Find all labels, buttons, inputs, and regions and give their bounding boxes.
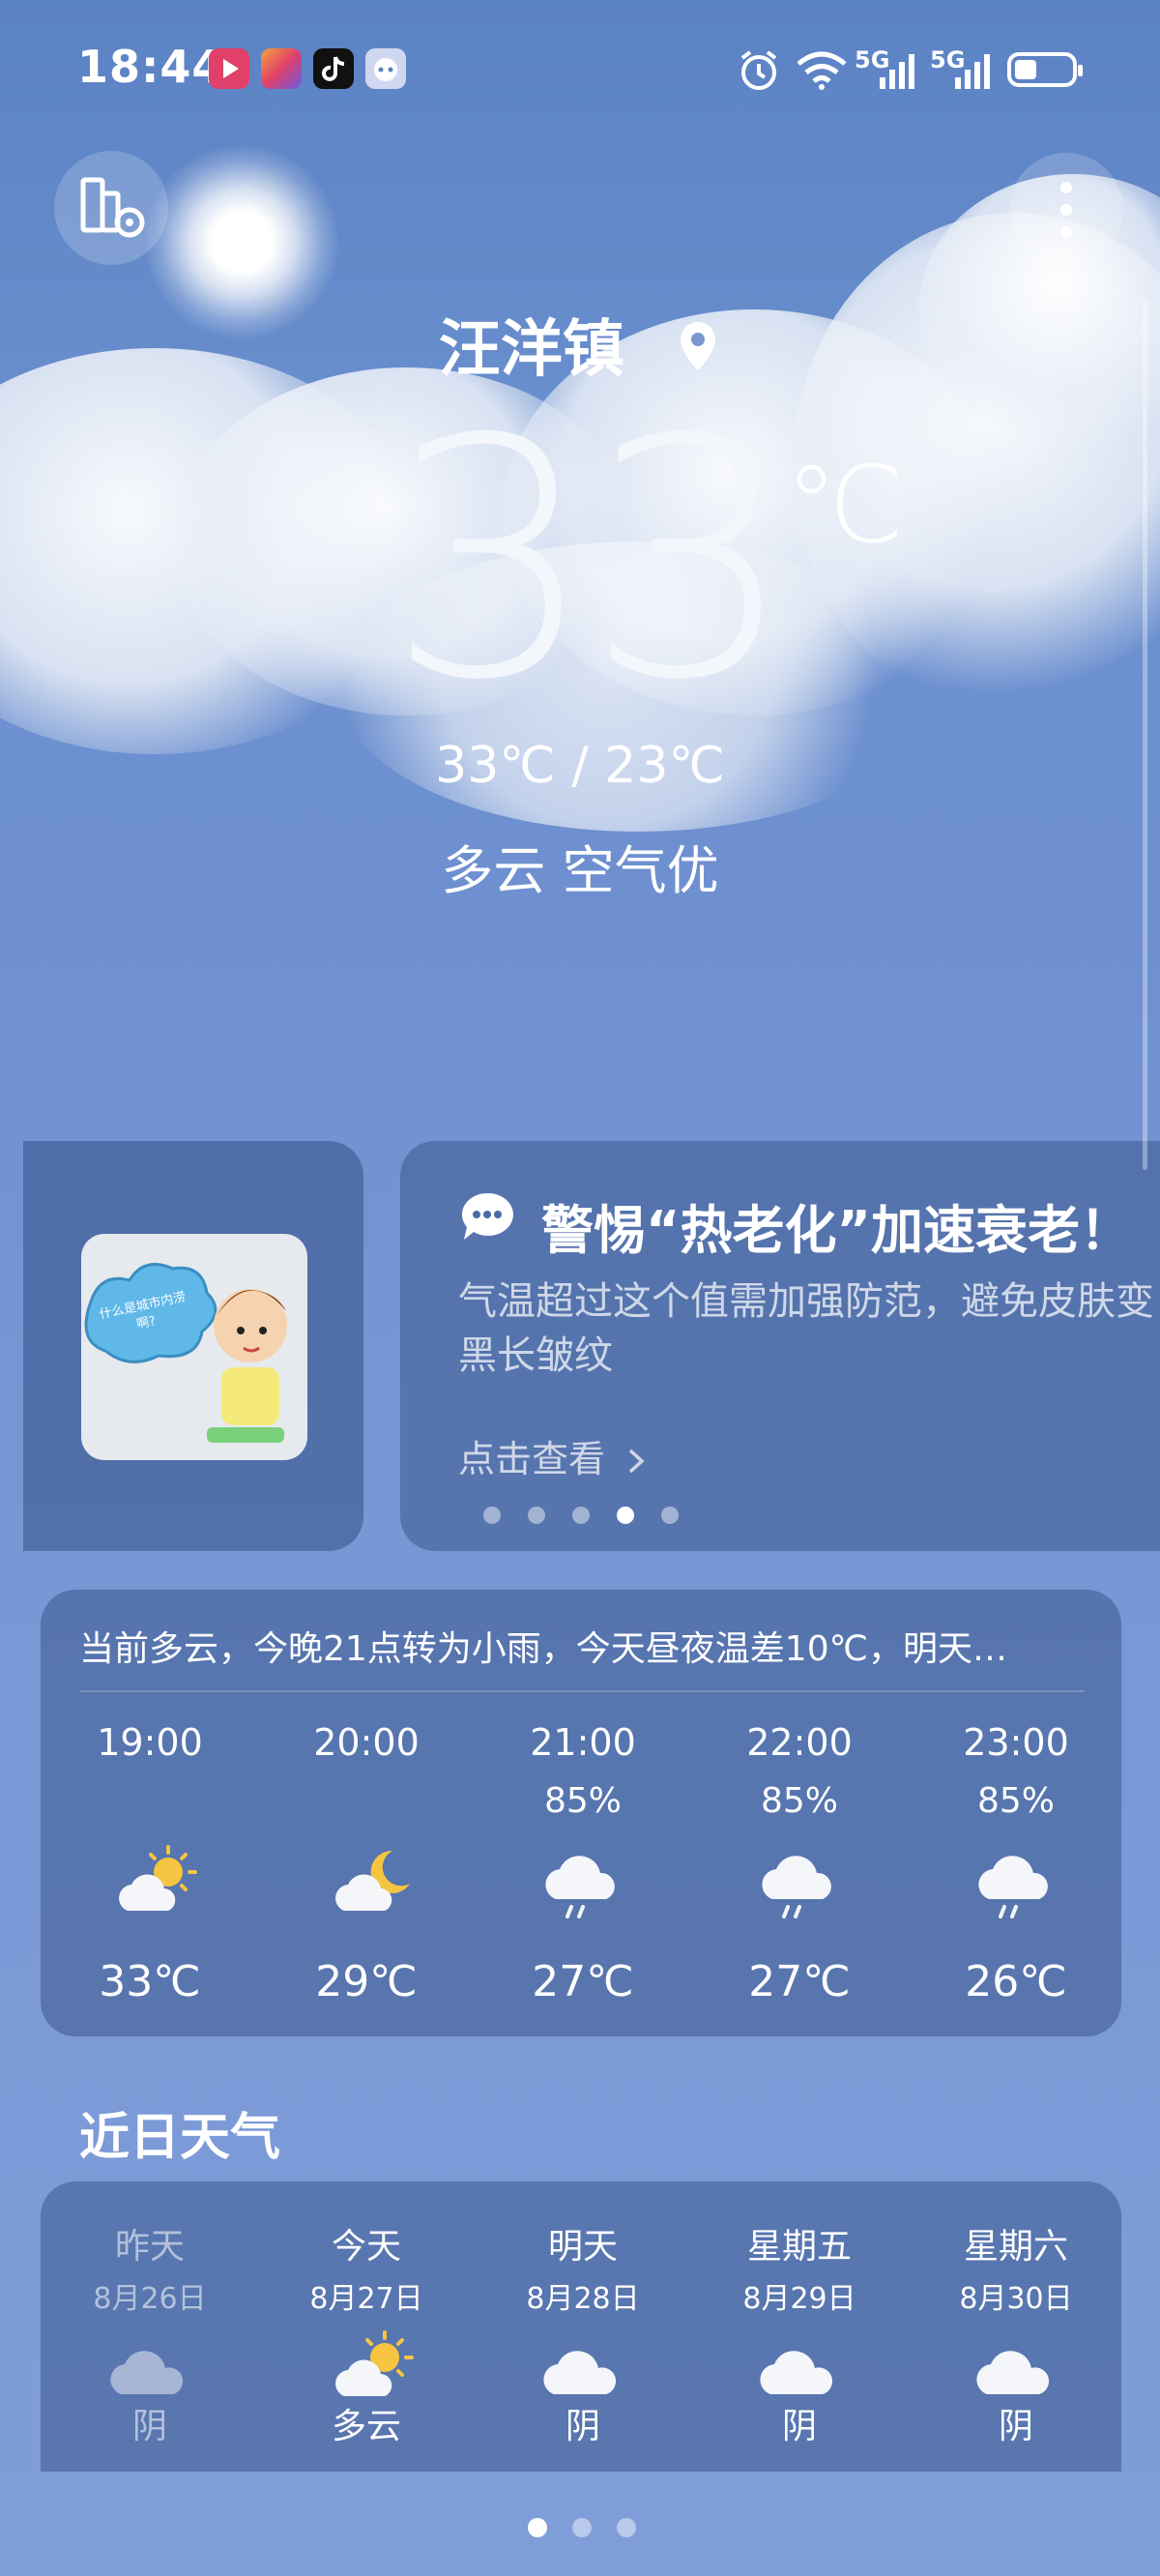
- city-settings-icon: [80, 177, 145, 238]
- news-thumbnail[interactable]: 什么是城市内涝啊?: [81, 1234, 307, 1460]
- chat-bubble-icon: [461, 1192, 513, 1240]
- hour-temperature: 29℃: [315, 1957, 418, 2006]
- temperature-range: 33℃ / 23℃: [435, 737, 725, 795]
- day-condition: 阴: [998, 2407, 1033, 2446]
- hour-rain-probability: 85%: [976, 1781, 1055, 1821]
- carousel-dot[interactable]: [661, 1507, 679, 1524]
- current-temperature: 33: [387, 369, 796, 752]
- carousel-dot-active[interactable]: [617, 1507, 634, 1524]
- carousel-dot[interactable]: [572, 1507, 590, 1524]
- daily-section-title: 近日天气: [79, 2109, 281, 2167]
- hour-temperature: 27℃: [532, 1957, 634, 2006]
- weather-condition: 多云 空气优: [441, 840, 719, 901]
- day-condition: 阴: [565, 2407, 600, 2446]
- day-date: 8月29日: [742, 2282, 856, 2316]
- day-date: 8月30日: [959, 2282, 1073, 2316]
- more-vertical-icon: [1060, 182, 1072, 238]
- hour-time: 23:00: [963, 1721, 1069, 1764]
- hour-temperature: 33℃: [99, 1957, 201, 2006]
- hour-time: 19:00: [97, 1721, 203, 1764]
- hour-temperature: 27℃: [748, 1957, 851, 2006]
- day-date: 8月28日: [526, 2282, 640, 2316]
- day-condition: 阴: [781, 2407, 817, 2446]
- status-time: 18:44: [77, 41, 224, 93]
- hour-time: 22:00: [746, 1721, 853, 1764]
- weather-summary[interactable]: 当前多云，今晚21点转为小雨，今天昼夜温差10℃，明天…: [79, 1621, 1007, 1671]
- chevron-right-icon: [628, 1449, 645, 1474]
- moon-cloud-icon: [335, 1850, 410, 1911]
- rain-cloud-icon: [545, 1856, 615, 1918]
- news-link-label: 点击查看: [458, 1438, 606, 1480]
- hour-temperature: 26℃: [965, 1957, 1067, 2006]
- carousel-dot[interactable]: [528, 1507, 545, 1524]
- divider: [79, 1690, 1085, 1692]
- news-title[interactable]: 警惕“热老化”加速衰老！: [541, 1187, 1132, 1264]
- rain-cloud-icon: [978, 1856, 1048, 1918]
- day-name: 明天: [547, 2227, 618, 2267]
- page-indicator-dot-active[interactable]: [528, 2518, 547, 2537]
- page-indicator-dot[interactable]: [617, 2518, 636, 2537]
- page-indicator-dot[interactable]: [572, 2518, 592, 2537]
- day-condition: 阴: [131, 2407, 167, 2446]
- scrollbar[interactable]: [1143, 300, 1147, 1170]
- location-pin-icon: [681, 322, 716, 370]
- gallery-app-icon: [261, 48, 302, 89]
- signal-icon: [880, 54, 914, 89]
- day-date: 8月27日: [309, 2282, 423, 2316]
- rain-cloud-icon: [762, 1856, 831, 1918]
- hour-time: 20:00: [313, 1721, 420, 1764]
- more-options-button[interactable]: [1009, 153, 1123, 267]
- tiktok-icon: [313, 48, 354, 89]
- day-date: 8月26日: [93, 2282, 207, 2316]
- status-bar: 18:44 5G 5G: [0, 0, 1160, 135]
- battery-icon: [1007, 52, 1083, 87]
- city-management-button[interactable]: [54, 151, 168, 265]
- day-condition: 多云: [331, 2407, 401, 2446]
- day-name: 今天: [331, 2227, 401, 2267]
- day-name: 星期六: [963, 2227, 1068, 2267]
- assistant-app-icon: [365, 48, 406, 89]
- hour-rain-probability: 85%: [760, 1781, 838, 1821]
- news-link[interactable]: 点击查看: [458, 1429, 648, 1482]
- temperature-unit: ℃: [785, 443, 905, 567]
- day-name: 昨天: [114, 2227, 185, 2267]
- wifi-icon: [797, 51, 847, 90]
- video-app-icon: [209, 48, 249, 89]
- carousel-dot[interactable]: [483, 1507, 501, 1524]
- sun-cloud-icon: [119, 1845, 197, 1911]
- hour-rain-probability: 85%: [543, 1781, 622, 1821]
- day-name: 星期五: [746, 2227, 852, 2267]
- hour-time: 21:00: [530, 1721, 636, 1764]
- alarm-icon: [740, 50, 777, 90]
- news-body: 气温超过这个值需加强防范，避免皮肤变黑长皱纹: [458, 1279, 1154, 1378]
- signal-icon: [955, 54, 990, 89]
